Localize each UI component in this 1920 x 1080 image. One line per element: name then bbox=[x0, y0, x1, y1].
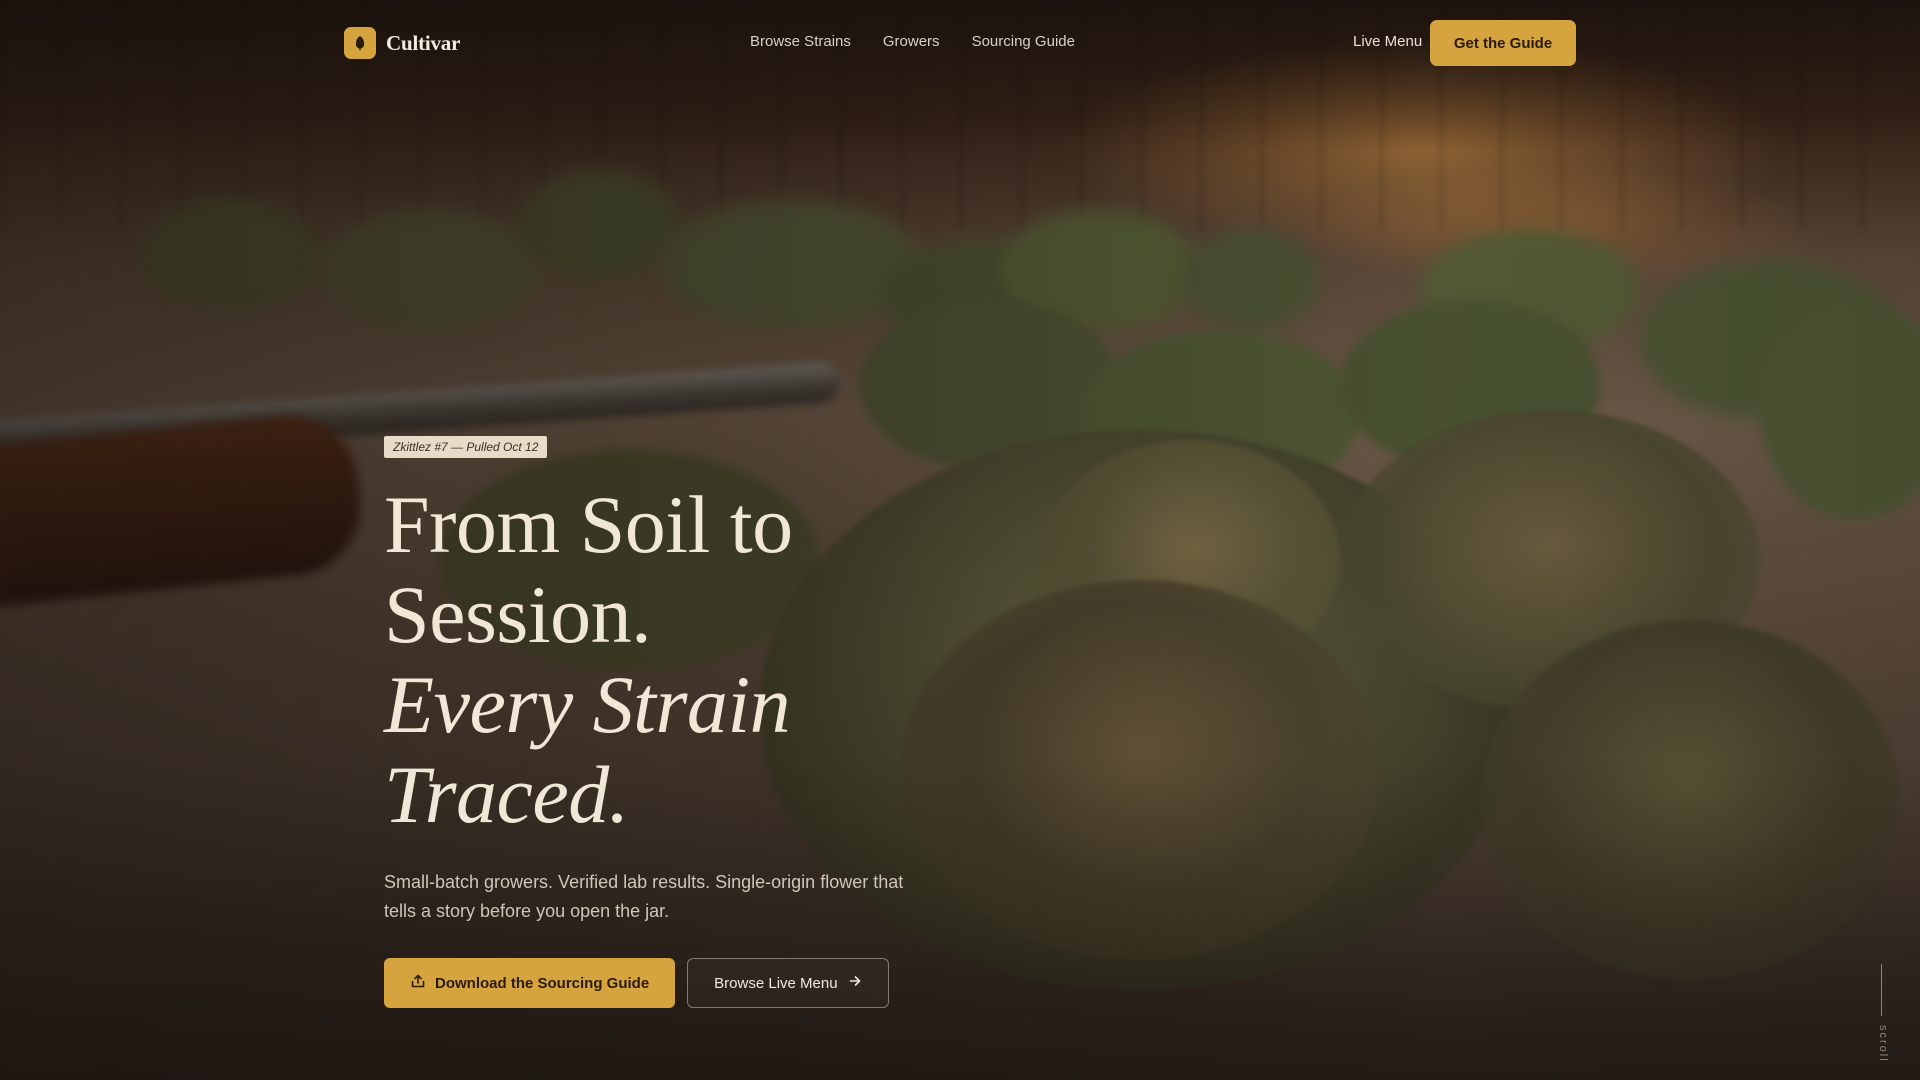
headline-line-2: Session. bbox=[384, 569, 652, 660]
headline-italic-1: Every Strain bbox=[384, 659, 791, 750]
leaf-icon bbox=[344, 27, 376, 59]
browse-live-menu-label: Browse Live Menu bbox=[714, 974, 838, 992]
download-guide-label: Download the Sourcing Guide bbox=[435, 974, 650, 992]
main-nav: Browse Strains Growers Sourcing Guide bbox=[750, 33, 1075, 50]
scroll-indicator: scroll bbox=[1872, 964, 1892, 1064]
arrow-right-icon bbox=[848, 974, 862, 992]
scroll-line bbox=[1881, 964, 1882, 1016]
get-guide-button[interactable]: Get the Guide bbox=[1430, 20, 1576, 66]
headline-line-1: From Soil to bbox=[384, 479, 793, 570]
background-overlay bbox=[0, 0, 1920, 1080]
scroll-label: scroll bbox=[1877, 1025, 1889, 1063]
strain-tag: Zkittlez #7 — Pulled Oct 12 bbox=[384, 436, 548, 458]
headline-italic-2: Traced. bbox=[384, 749, 629, 840]
brand-name: Cultivar bbox=[386, 30, 461, 55]
download-icon bbox=[410, 973, 426, 993]
nav-growers[interactable]: Growers bbox=[883, 33, 940, 50]
nav-sourcing-guide[interactable]: Sourcing Guide bbox=[972, 33, 1075, 50]
brand-logo[interactable]: Cultivar bbox=[344, 27, 460, 59]
hero-subtitle: Small-batch growers. Verified lab result… bbox=[384, 872, 904, 921]
site-header: Cultivar Browse Strains Growers Sourcing… bbox=[0, 0, 1920, 86]
hero-cta-group: Download the Sourcing Guide Browse Live … bbox=[384, 958, 944, 1008]
hero-section: Zkittlez #7 — Pulled Oct 12 From Soil to… bbox=[384, 436, 944, 1008]
download-guide-button[interactable]: Download the Sourcing Guide bbox=[384, 958, 676, 1008]
live-menu-link[interactable]: Live Menu bbox=[1353, 33, 1422, 50]
hero-headline: From Soil to Session. Every Strain Trace… bbox=[384, 480, 944, 840]
nav-browse-strains[interactable]: Browse Strains bbox=[750, 33, 851, 50]
browse-live-menu-button[interactable]: Browse Live Menu bbox=[687, 958, 889, 1008]
